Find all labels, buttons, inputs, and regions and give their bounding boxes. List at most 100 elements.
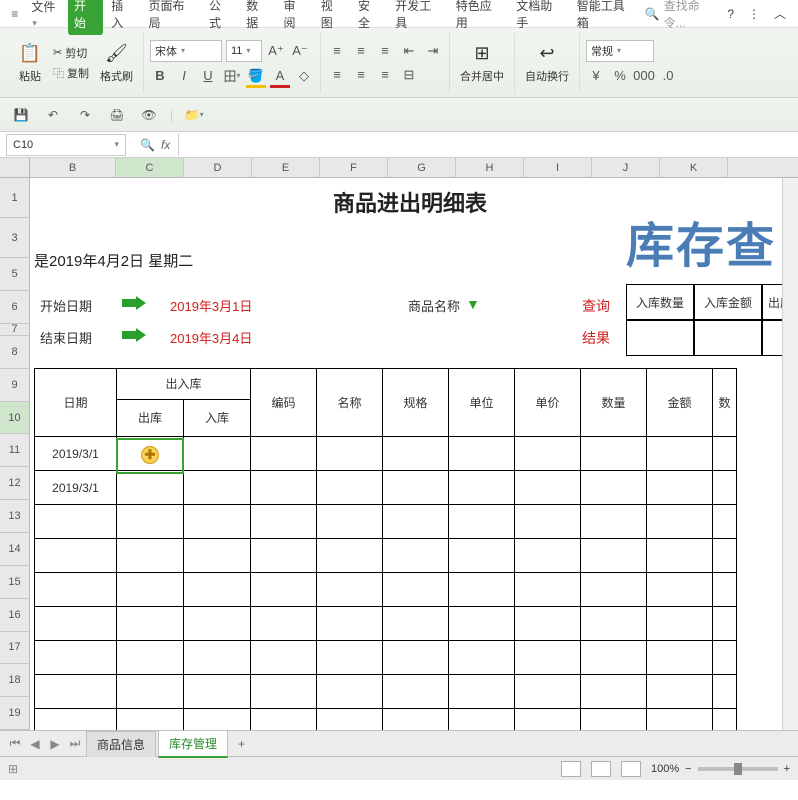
- table-cell[interactable]: [317, 641, 383, 675]
- font-color-button[interactable]: A: [270, 66, 290, 86]
- name-box[interactable]: C10 ▾: [6, 134, 126, 156]
- table-cell[interactable]: [117, 573, 184, 607]
- ribbon-collapse-icon[interactable]: ︿: [768, 1, 792, 26]
- table-cell[interactable]: [251, 573, 317, 607]
- number-format-select[interactable]: 常规▾: [586, 40, 654, 62]
- align-right-button[interactable]: ≡: [375, 65, 395, 85]
- table-cell[interactable]: [713, 573, 737, 607]
- table-cell[interactable]: [515, 437, 581, 471]
- table-cell[interactable]: [581, 573, 647, 607]
- table-cell[interactable]: [647, 675, 713, 709]
- col-header-F[interactable]: F: [320, 158, 388, 177]
- decrease-font-button[interactable]: A⁻: [290, 41, 310, 61]
- qa-folder-icon[interactable]: 📁▾: [183, 104, 205, 126]
- menu-tab-dochelper[interactable]: 文档助手: [510, 0, 568, 35]
- font-name-select[interactable]: 宋体▾: [150, 40, 222, 62]
- table-cell[interactable]: [647, 607, 713, 641]
- bold-button[interactable]: B: [150, 66, 170, 86]
- row-header-18[interactable]: 18: [0, 664, 30, 697]
- menu-tab-devtools[interactable]: 开发工具: [389, 0, 447, 35]
- table-cell[interactable]: [251, 505, 317, 539]
- table-cell[interactable]: [184, 505, 251, 539]
- table-cell[interactable]: [383, 709, 449, 731]
- view-normal-icon[interactable]: [561, 761, 581, 777]
- font-size-select[interactable]: 11▾: [226, 40, 262, 62]
- increase-font-button[interactable]: A⁺: [266, 41, 286, 61]
- formula-input[interactable]: [178, 134, 798, 156]
- table-cell[interactable]: [117, 641, 184, 675]
- table-cell[interactable]: [713, 641, 737, 675]
- table-cell[interactable]: [515, 539, 581, 573]
- paste-button[interactable]: 📋 粘贴: [14, 40, 46, 86]
- inbound-amt-cell[interactable]: [694, 320, 762, 356]
- table-cell[interactable]: [35, 539, 117, 573]
- table-cell[interactable]: [449, 471, 515, 505]
- table-cell[interactable]: [383, 539, 449, 573]
- table-cell[interactable]: [713, 471, 737, 505]
- col-header-D[interactable]: D: [184, 158, 252, 177]
- menu-file[interactable]: 文件▾: [25, 0, 66, 33]
- increase-indent-button[interactable]: ⇥: [423, 41, 443, 61]
- tab-nav-first-icon[interactable]: ⏮: [6, 736, 24, 751]
- menu-tab-data[interactable]: 数据: [240, 0, 275, 35]
- menu-more-icon[interactable]: ⋮: [742, 3, 766, 25]
- table-cell[interactable]: [35, 505, 117, 539]
- align-middle-button[interactable]: ≡: [351, 41, 371, 61]
- command-search[interactable]: 🔍 查找命令...: [645, 0, 720, 31]
- table-cell[interactable]: [515, 709, 581, 731]
- menu-tab-pagelayout[interactable]: 页面布局: [143, 0, 201, 35]
- menu-help-icon[interactable]: ?: [721, 3, 740, 25]
- fx-icon[interactable]: fx: [161, 138, 170, 152]
- table-cell[interactable]: [317, 573, 383, 607]
- table-cell[interactable]: [117, 675, 184, 709]
- menu-tab-start[interactable]: 开始: [68, 0, 103, 35]
- table-cell[interactable]: [383, 641, 449, 675]
- col-header-G[interactable]: G: [388, 158, 456, 177]
- app-menu-icon[interactable]: ≡: [6, 5, 23, 23]
- table-cell[interactable]: [581, 505, 647, 539]
- table-cell[interactable]: [713, 675, 737, 709]
- table-cell[interactable]: [35, 675, 117, 709]
- col-header-H[interactable]: H: [456, 158, 524, 177]
- table-cell[interactable]: [317, 505, 383, 539]
- table-cell[interactable]: [383, 607, 449, 641]
- fill-color-button[interactable]: 🪣: [246, 66, 266, 86]
- tab-nav-last-icon[interactable]: ⏭: [66, 736, 84, 751]
- view-break-icon[interactable]: [621, 761, 641, 777]
- vertical-scrollbar[interactable]: [782, 178, 798, 730]
- table-cell[interactable]: [449, 505, 515, 539]
- merge-split-button[interactable]: ⊟: [399, 65, 419, 85]
- col-header-B[interactable]: B: [30, 158, 116, 177]
- table-cell[interactable]: [449, 573, 515, 607]
- row-header-17[interactable]: 17: [0, 632, 30, 665]
- menu-tab-insert[interactable]: 插入: [105, 0, 140, 35]
- table-cell[interactable]: [581, 675, 647, 709]
- table-cell[interactable]: [515, 607, 581, 641]
- row-header-14[interactable]: 14: [0, 533, 30, 566]
- table-cell[interactable]: [35, 607, 117, 641]
- table-cell[interactable]: [184, 709, 251, 731]
- table-cell[interactable]: [647, 641, 713, 675]
- table-cell[interactable]: [184, 641, 251, 675]
- col-header-E[interactable]: E: [252, 158, 320, 177]
- menu-tab-smarttools[interactable]: 智能工具箱: [571, 0, 641, 35]
- qa-save-icon[interactable]: 💾: [10, 104, 32, 126]
- table-cell[interactable]: [117, 709, 184, 731]
- view-page-icon[interactable]: [591, 761, 611, 777]
- table-cell[interactable]: [251, 539, 317, 573]
- end-date-value[interactable]: 2019年3月4日: [170, 328, 252, 347]
- table-cell[interactable]: [117, 607, 184, 641]
- status-mode-icon[interactable]: ⊞: [8, 762, 18, 776]
- align-left-button[interactable]: ≡: [327, 65, 347, 85]
- zoom-sheet-icon[interactable]: 🔍: [140, 138, 155, 152]
- align-center-button[interactable]: ≡: [351, 65, 371, 85]
- zoom-out-button[interactable]: −: [685, 763, 691, 775]
- tab-inventory[interactable]: 库存管理: [158, 730, 228, 758]
- table-cell[interactable]: [515, 505, 581, 539]
- table-cell[interactable]: [251, 437, 317, 471]
- table-cell[interactable]: [515, 675, 581, 709]
- table-cell[interactable]: [251, 607, 317, 641]
- tab-add-button[interactable]: +: [230, 733, 253, 755]
- table-cell[interactable]: [581, 709, 647, 731]
- row-header-10[interactable]: 10: [0, 402, 30, 435]
